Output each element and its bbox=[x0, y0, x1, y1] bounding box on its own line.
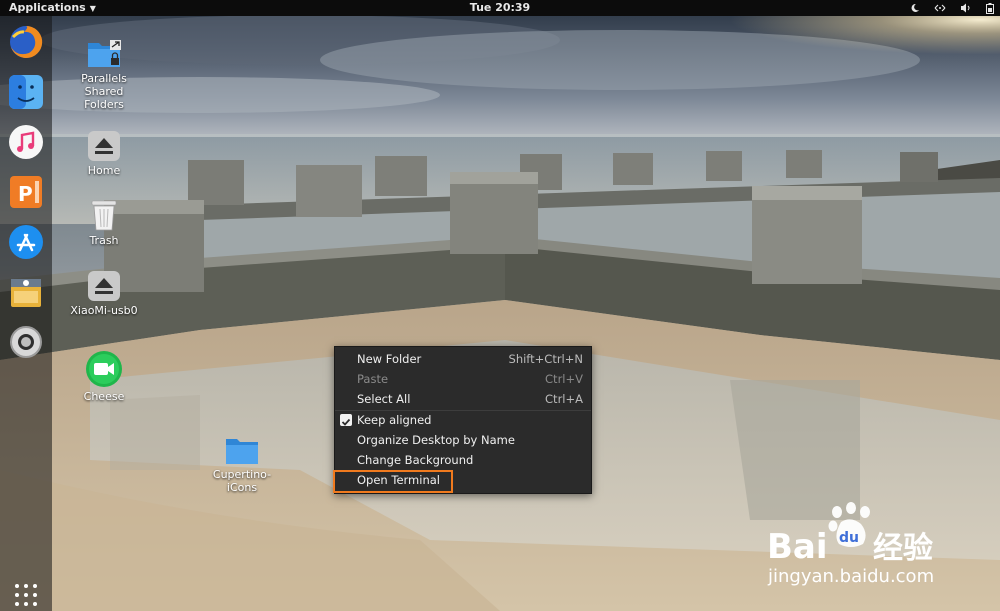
software-icon bbox=[11, 279, 41, 307]
menu-item-accelerator: Shift+Ctrl+N bbox=[508, 352, 583, 366]
baidu-watermark-logo: du Bai 经验 bbox=[765, 502, 955, 568]
dock-item-software[interactable] bbox=[7, 273, 45, 311]
shared-folder-icon bbox=[88, 40, 121, 67]
menu-item-new-folder[interactable]: New Folder Shift+Ctrl+N bbox=[335, 349, 591, 369]
menu-item-label: Select All bbox=[357, 392, 411, 406]
desktop-icon-cupertino-icons[interactable]: Cupertino-iCons bbox=[202, 436, 282, 494]
svg-text:P: P bbox=[18, 182, 33, 206]
battery-icon bbox=[986, 2, 994, 14]
trash-icon bbox=[91, 200, 117, 231]
watermark-url: jingyan.baidu.com bbox=[768, 566, 935, 587]
dock-item-music[interactable] bbox=[7, 123, 45, 161]
desktop-icon-label: XiaoMi-usb0 bbox=[70, 304, 138, 317]
desktop-icon-home[interactable]: Home bbox=[64, 130, 144, 177]
desktop-icon-label: Parallels Shared Folders bbox=[81, 72, 127, 111]
menu-item-change-background[interactable]: Change Background bbox=[335, 450, 591, 470]
app-grid-icon bbox=[15, 584, 37, 606]
dock-item-firefox[interactable] bbox=[7, 23, 45, 61]
help-icon bbox=[10, 326, 42, 358]
clock-container: Tue 20:39 bbox=[0, 0, 1000, 16]
volume-icon bbox=[960, 3, 972, 13]
svg-text:du: du bbox=[839, 530, 859, 546]
folder-icon bbox=[226, 439, 258, 464]
menu-item-paste: Paste Ctrl+V bbox=[335, 369, 591, 389]
desktop-context-menu: New Folder Shift+Ctrl+N Paste Ctrl+V Sel… bbox=[333, 346, 592, 494]
dock-item-presentation[interactable]: P bbox=[7, 173, 45, 211]
finder-icon bbox=[9, 75, 43, 109]
menu-item-organize-desktop[interactable]: Organize Desktop by Name bbox=[335, 430, 591, 450]
menu-item-open-terminal[interactable]: Open Terminal bbox=[335, 470, 591, 490]
menu-item-select-all[interactable]: Select All Ctrl+A bbox=[335, 389, 591, 409]
applications-label: Applications bbox=[9, 1, 86, 14]
checkbox-checked-icon bbox=[340, 414, 352, 426]
top-bar: Applications ▼ Tue 20:39 bbox=[0, 0, 1000, 16]
desktop-icon-xiaomi-usb0[interactable]: XiaoMi-usb0 bbox=[64, 270, 144, 317]
desktop-icon-label: Home bbox=[87, 164, 121, 177]
menu-item-label: Keep aligned bbox=[357, 413, 432, 427]
menu-item-accelerator: Ctrl+A bbox=[545, 392, 583, 406]
watermark-brand: Bai bbox=[767, 527, 828, 564]
menu-item-label: Paste bbox=[357, 372, 389, 386]
watermark-brand-suffix: 经验 bbox=[873, 531, 933, 564]
desktop-icon-label: Cupertino-iCons bbox=[212, 468, 272, 494]
menu-item-accelerator: Ctrl+V bbox=[545, 372, 583, 386]
menu-item-label: New Folder bbox=[357, 352, 422, 366]
desktop-icon-trash[interactable]: Trash bbox=[64, 198, 144, 247]
eject-icon bbox=[88, 271, 120, 301]
dock-item-finder[interactable] bbox=[7, 73, 45, 111]
menu-item-label: Open Terminal bbox=[357, 473, 440, 487]
desktop-icon-parallels-shared-folders[interactable]: Parallels Shared Folders bbox=[64, 38, 144, 111]
app-store-icon bbox=[9, 225, 43, 259]
desktop-icon-cheese[interactable]: Cheese bbox=[64, 350, 144, 403]
menu-item-keep-aligned[interactable]: Keep aligned bbox=[335, 410, 591, 430]
presentation-icon: P bbox=[10, 176, 42, 208]
network-icon bbox=[934, 3, 946, 13]
menu-item-label: Change Background bbox=[357, 453, 474, 467]
dock-item-app-store[interactable] bbox=[7, 223, 45, 261]
menu-item-label: Organize Desktop by Name bbox=[357, 433, 515, 447]
dock-item-help[interactable] bbox=[7, 323, 45, 361]
clock[interactable]: Tue 20:39 bbox=[470, 1, 530, 14]
show-applications-button[interactable] bbox=[14, 583, 38, 611]
night-mode-icon bbox=[910, 3, 920, 13]
music-icon bbox=[9, 125, 43, 159]
system-tray[interactable] bbox=[910, 0, 994, 16]
desktop-icon-label: Cheese bbox=[83, 390, 125, 403]
dock: P bbox=[0, 16, 52, 611]
chevron-down-icon: ▼ bbox=[89, 4, 96, 13]
camera-icon bbox=[86, 351, 122, 387]
firefox-icon bbox=[10, 25, 43, 58]
applications-menu[interactable]: Applications ▼ bbox=[9, 0, 96, 17]
desktop-icon-label: Trash bbox=[89, 234, 119, 247]
eject-icon bbox=[88, 131, 120, 161]
